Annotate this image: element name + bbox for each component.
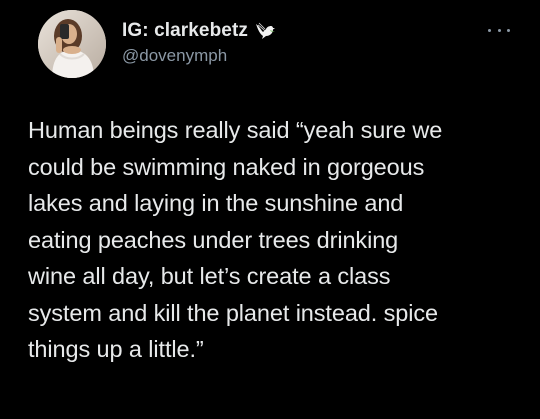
author-name-row[interactable]: IG: clarkebetz <box>122 18 276 44</box>
display-name[interactable]: IG: clarkebetz <box>122 20 248 42</box>
tweet-text-line: Human beings really said “yeah sure we <box>28 117 443 143</box>
tweet-text-line: things up a little.” <box>28 336 204 362</box>
author-handle[interactable]: @dovenymph <box>122 46 227 66</box>
tweet-card: IG: clarkebetz @dovenymph Human beings r… <box>0 0 540 419</box>
tweet-text: Human beings really said “yeah sure we c… <box>28 112 528 368</box>
dot <box>488 28 491 32</box>
tweet-text-line: wine all day, but let’s create a class <box>28 263 391 289</box>
tweet-text-line: system and kill the planet instead. spic… <box>28 299 438 326</box>
tweet-text-line: eating peaches under trees drinking <box>28 226 399 253</box>
tweet-text-line: could be swimming naked in gorgeous <box>28 153 425 180</box>
dot <box>507 28 510 32</box>
avatar-photo <box>38 10 106 78</box>
dot <box>497 28 501 32</box>
avatar[interactable] <box>38 10 106 78</box>
more-dots-icon[interactable] <box>488 26 510 34</box>
tweet-text-line: lakes and laying in the sunshine and <box>28 190 404 216</box>
dove-icon <box>254 21 276 41</box>
